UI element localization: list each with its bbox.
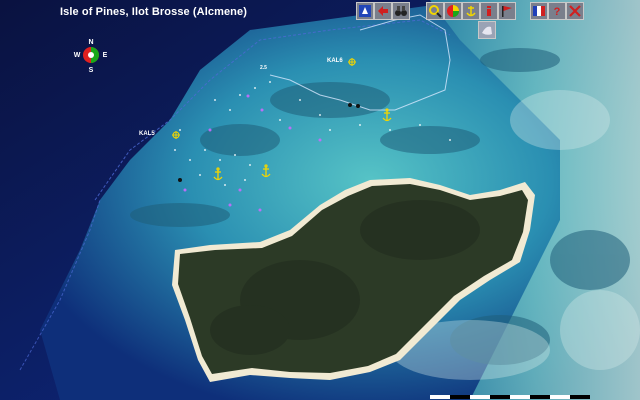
magnifier-icon xyxy=(429,5,442,18)
chart-icon xyxy=(359,5,371,17)
satellite-map[interactable]: N S E W xyxy=(0,0,640,400)
close-button[interactable] xyxy=(566,2,584,20)
fish-button[interactable] xyxy=(478,21,496,39)
site-label-kal6: KAL6 xyxy=(327,58,343,64)
compass-s: S xyxy=(89,67,94,74)
map-title: Isle of Pines, Ilot Brosse (Alcmene) xyxy=(60,6,247,18)
compass-w: W xyxy=(74,52,81,59)
scale-bar xyxy=(430,395,590,399)
info-button[interactable] xyxy=(480,2,498,20)
site-label-kal5: KAL5 xyxy=(139,131,155,137)
layers-button[interactable] xyxy=(444,2,462,20)
binoculars-button[interactable] xyxy=(392,2,410,20)
help-button[interactable]: ? xyxy=(548,2,566,20)
flag-button[interactable] xyxy=(498,2,516,20)
fish-icon xyxy=(482,26,492,35)
svg-text:?: ? xyxy=(554,6,561,18)
compass-n: N xyxy=(88,39,93,46)
map-view: N S E W Isle of Pines, Ilot Brosse (Alcm… xyxy=(0,0,640,400)
back-arrow-icon xyxy=(378,6,388,16)
info-icon xyxy=(487,6,491,16)
chart-button[interactable] xyxy=(356,2,374,20)
anchors-button[interactable] xyxy=(462,2,480,20)
france-flag-icon xyxy=(533,6,545,16)
compass-e: E xyxy=(103,52,108,59)
flag-icon xyxy=(502,6,512,17)
close-icon xyxy=(569,5,581,17)
anchor-icon xyxy=(466,6,476,17)
color-wheel-icon xyxy=(447,5,459,17)
depth-label: 2.5 xyxy=(260,65,267,71)
language-button[interactable] xyxy=(530,2,548,20)
zoom-button[interactable] xyxy=(426,2,444,20)
back-button[interactable] xyxy=(374,2,392,20)
binoculars-icon xyxy=(395,6,407,16)
help-icon: ? xyxy=(554,6,561,18)
